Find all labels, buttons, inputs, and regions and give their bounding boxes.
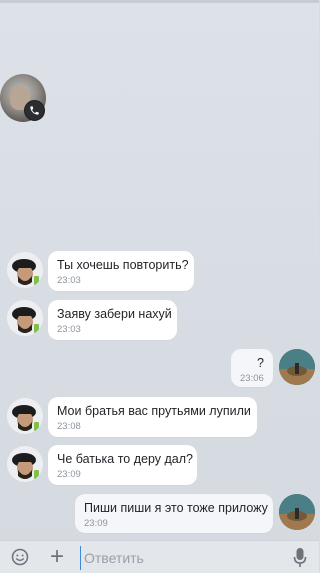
message-text: Че батька то деру дал?: [57, 452, 193, 466]
my-avatar[interactable]: [279, 494, 315, 530]
reply-input[interactable]: [80, 546, 279, 570]
message-composer: +: [0, 540, 319, 573]
sender-avatar[interactable]: [7, 446, 43, 482]
message-bubble[interactable]: Ты хочешь повторить? 23:03: [48, 251, 194, 291]
my-avatar[interactable]: [279, 349, 315, 385]
message-text: Мои братья вас прутьями лупили: [57, 404, 251, 418]
message-text: Пиши пиши я это тоже приложу: [84, 501, 268, 515]
message-text: Ты хочешь повторить?: [57, 258, 189, 272]
message-bubble[interactable]: Заяву забери нахуй 23:03: [48, 300, 177, 340]
microphone-icon[interactable]: [293, 547, 307, 569]
floating-call-avatar[interactable]: [0, 74, 46, 122]
message-time: 23:09: [57, 469, 81, 480]
message-text: ?: [257, 356, 264, 370]
message-time: 23:09: [84, 518, 108, 529]
chat-screen: Ты хочешь повторить? 23:03 Заяву забери …: [0, 0, 319, 573]
message-time: 23:03: [57, 275, 81, 286]
sender-avatar[interactable]: [7, 300, 43, 336]
plus-icon[interactable]: +: [50, 545, 64, 569]
message-bubble-outgoing[interactable]: ? 23:06: [231, 349, 273, 387]
phone-icon: [24, 100, 45, 121]
message-time: 23:08: [57, 421, 81, 432]
message-bubble-outgoing[interactable]: Пиши пиши я это тоже приложу 23:09: [75, 494, 273, 533]
message-text: Заяву забери нахуй: [57, 307, 172, 321]
message-time: 23:03: [57, 324, 81, 335]
sender-avatar[interactable]: [7, 398, 43, 434]
message-bubble[interactable]: Че батька то деру дал? 23:09: [48, 445, 197, 485]
emoji-icon[interactable]: [11, 548, 29, 566]
message-time: 23:06: [240, 373, 264, 384]
message-bubble[interactable]: Мои братья вас прутьями лупили 23:08: [48, 397, 257, 437]
sender-avatar[interactable]: [7, 252, 43, 288]
status-bar: [0, 0, 319, 3]
